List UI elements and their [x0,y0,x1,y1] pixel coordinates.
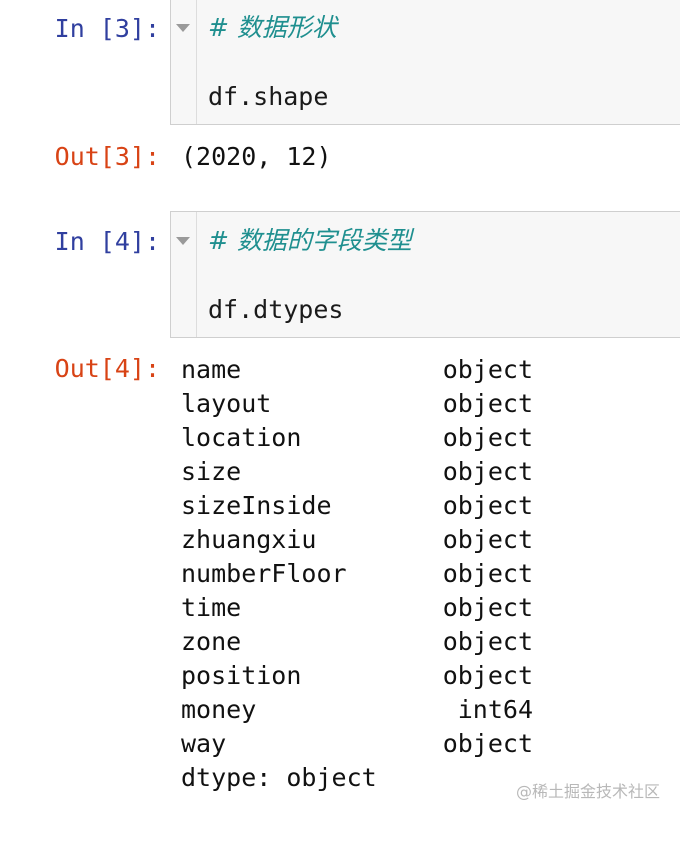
cell-gutter-divider [196,212,197,337]
dtype-field-name: time [181,593,242,622]
dtype-row: time object [181,591,541,625]
cell-4-input[interactable]: # 数据的字段类型 df.dtypes [170,211,680,338]
dtype-field-name: numberFloor [181,559,347,588]
dtype-field-name: size [181,457,242,486]
dtype-row: name object [181,353,541,387]
dtype-row: layout object [181,387,541,421]
dtype-field-name: sizeInside [181,491,332,520]
cell-gutter-divider [196,0,197,124]
code-comment: # 数据的字段类型 [208,226,412,255]
dtype-field-type: object [442,389,533,418]
dtype-field-type: object [442,559,533,588]
dtype-row: way object [181,727,541,761]
cell-3-input[interactable]: # 数据形状 df.shape [170,0,680,125]
dtype-row: location object [181,421,541,455]
dtype-field-name: zhuangxiu [181,525,317,554]
collapse-chevron-icon[interactable] [171,13,195,43]
dtype-field-type: object [442,423,533,452]
watermark: @稀土掘金技术社区 [515,782,660,801]
dtype-field-type: object [442,627,533,656]
dtype-field-name: name [181,355,242,384]
dtype-row: money int64 [181,693,541,727]
dtype-field-name: money [181,695,257,724]
dtype-field-type: object [442,661,533,690]
dtype-row: sizeInside object [181,489,541,523]
code-statement: df.shape [208,82,329,111]
code-statement: df.dtypes [208,295,344,324]
dtype-row: zhuangxiu object [181,523,541,557]
dtype-field-type: object [442,491,533,520]
dtype-field-name: way [181,729,227,758]
dtype-row: position object [181,659,541,693]
dtype-footer: dtype: object [181,763,377,792]
dtype-row: size object [181,455,541,489]
dtype-field-type: object [442,355,533,384]
dtype-field-name: position [181,661,302,690]
dtype-field-type: object [442,729,533,758]
code-comment: # 数据形状 [208,13,337,42]
dtype-row: zone object [181,625,541,659]
cell-4-out-prompt: Out[4]: [54,354,160,383]
dtype-field-name: location [181,423,302,452]
dtype-field-type: object [442,593,533,622]
dtype-field-type: object [442,457,533,486]
dtype-row: numberFloor object [181,557,541,591]
dtype-field-type: int64 [457,695,533,724]
cell-4-in-prompt: In [4]: [54,227,160,256]
dtype-field-name: layout [181,389,272,418]
dtype-field-name: zone [181,627,242,656]
dtype-field-type: object [442,525,533,554]
cell-3-out-prompt: Out[3]: [54,142,160,171]
collapse-chevron-icon[interactable] [171,226,195,256]
cell-3-output: (2020, 12) [181,142,332,171]
cell-3-in-prompt: In [3]: [54,14,160,43]
